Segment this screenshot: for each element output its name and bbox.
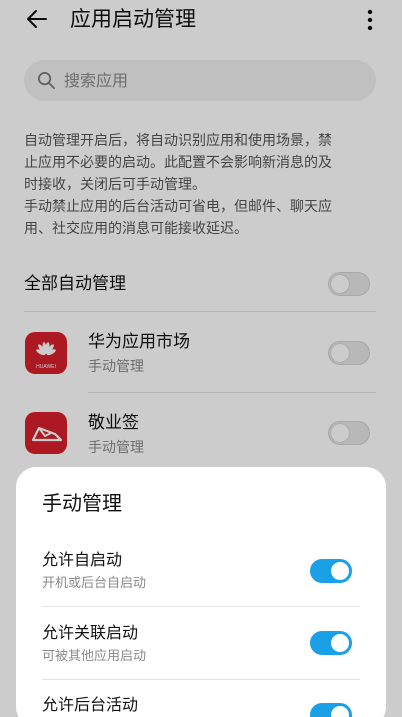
app-launch-management-screen: 应用启动管理 搜索应用 自动管理开启后，将自动识别应用和使用场景，禁 止应用不必…	[0, 0, 402, 717]
option-subtitle: 开机或后台自启动	[42, 576, 147, 591]
allow-auto-start-toggle[interactable]	[310, 559, 352, 583]
manual-manage-sheet: 手动管理 允许自启动 开机或后台自启动 允许关联启动 可被其他应用启动 允许后台…	[16, 467, 386, 717]
option-title: 允许后台活动	[42, 695, 139, 714]
allow-associated-start-toggle[interactable]	[310, 631, 352, 655]
toggle-knob	[331, 706, 349, 717]
option-title: 允许关联启动	[42, 623, 139, 642]
option-title: 允许自启动	[42, 550, 123, 569]
allow-background-activity-toggle[interactable]	[310, 703, 352, 717]
option-subtitle: 可被其他应用启动	[42, 649, 147, 664]
divider	[42, 606, 360, 607]
divider	[42, 679, 360, 680]
toggle-knob	[331, 634, 349, 652]
sheet-title: 手动管理	[42, 491, 122, 515]
toggle-knob	[331, 562, 349, 580]
